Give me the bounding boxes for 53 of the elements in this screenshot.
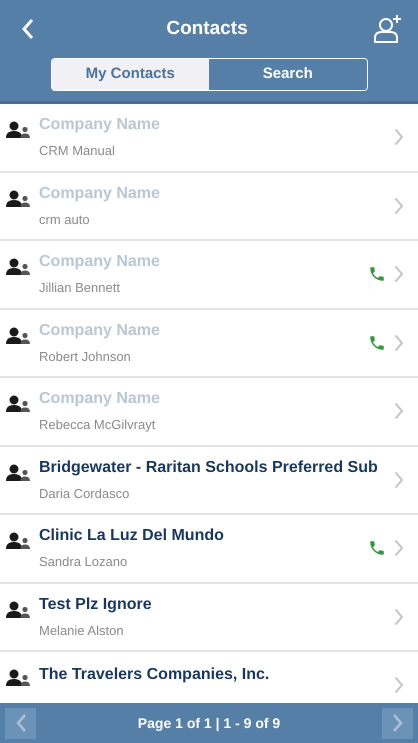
chevron-right-icon [394, 470, 404, 489]
contact-row[interactable]: Company Name Rebecca McGilvrayt [0, 378, 418, 446]
contact-name: Daria Cordasco [39, 484, 130, 502]
contact-name: CRM Manual [39, 142, 116, 160]
page-info: Page 1 of 1 | 1 - 9 of 9 [138, 714, 280, 734]
company-name: Company Name [39, 184, 161, 204]
contact-row[interactable]: Company Name Jillian Bennett [0, 241, 418, 310]
chevron-right-icon [394, 676, 404, 694]
add-person-icon [372, 14, 403, 44]
chevron-right-icon [394, 265, 404, 284]
phone-icon [368, 334, 386, 352]
contact-row[interactable]: Company Name CRM Manual [0, 104, 418, 172]
back-icon [21, 18, 35, 40]
contacts-icon [6, 121, 31, 138]
contact-name: Robert Johnson [39, 348, 132, 366]
contacts-icon [6, 464, 31, 480]
company-name: The Travelers Companies, Inc. [39, 665, 270, 685]
contacts-icon [6, 190, 31, 206]
contact-name: Rebecca McGilvrayt [39, 416, 156, 434]
phone-icon [368, 539, 386, 558]
contact-name: Sandra Lozano [39, 553, 128, 571]
company-name: Test Plz Ignore [39, 594, 153, 614]
company-name: Company Name [39, 115, 161, 135]
company-name: Clinic La Luz Del Mundo [39, 526, 225, 546]
contacts-icon [6, 326, 31, 344]
company-name: Bridgewater - Raritan Schools Preferred Sub [39, 458, 379, 478]
contact-row[interactable]: Company Name crm auto [0, 172, 418, 241]
contact-name: crm auto [39, 210, 91, 228]
contact-row[interactable]: Clinic La Luz Del Mundo Sandra Lozano [0, 515, 418, 584]
chevron-right-icon [394, 334, 404, 352]
chevron-right-icon [394, 128, 404, 146]
contacts-icon [6, 669, 31, 686]
contacts-icon [6, 600, 31, 618]
company-name: Company Name [39, 252, 161, 272]
contact-name: Melanie Alston [39, 622, 125, 640]
contact-name: Jillian Bennett [39, 279, 121, 297]
contact-row[interactable]: Company Name Robert Johnson [0, 310, 418, 378]
company-name: Company Name [39, 320, 161, 340]
chevron-right-icon [394, 196, 404, 215]
tab[interactable]: My Contacts [52, 59, 209, 90]
contacts-icon [6, 395, 31, 412]
contacts-icon [6, 258, 31, 275]
contacts-icon [6, 532, 31, 549]
chevron-right-icon [394, 402, 404, 420]
phone-icon [368, 265, 386, 284]
company-name: Company Name [39, 389, 161, 409]
chevron-right-icon [394, 539, 404, 558]
chevron-right-icon [394, 608, 404, 626]
screen-title: Contacts [166, 16, 248, 41]
chevron-left-icon [14, 713, 26, 733]
contact-row[interactable]: Test Plz Ignore Melanie Alston [0, 584, 418, 652]
contact-row[interactable]: Bridgewater - Raritan Schools Preferred Sub Daria Cordasco [0, 446, 418, 515]
chevron-right-icon [392, 713, 404, 733]
